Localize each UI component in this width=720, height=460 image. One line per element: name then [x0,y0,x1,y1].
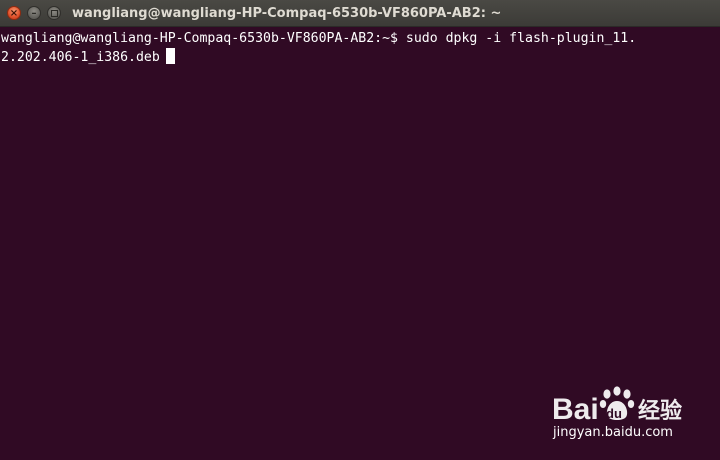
baidu-jingyan-logo-icon: Bai du 经验 [552,386,682,424]
svg-text:du: du [606,406,622,421]
title-bar[interactable]: × – wangliang@wangliang-HP-Compaq-6530b-… [0,0,720,27]
terminal-line-text: 2.202.406-1_i386.deb [1,50,160,65]
baidu-watermark: Bai du 经验 jingyan.baidu.com [550,380,718,450]
terminal-line-text: wangliang@wangliang-HP-Compaq-6530b-VF86… [1,31,637,46]
close-icon: × [9,8,19,19]
minimize-icon: – [31,8,37,19]
window-title: wangliang@wangliang-HP-Compaq-6530b-VF86… [72,6,502,21]
minimize-button[interactable]: – [27,6,41,20]
watermark-url: jingyan.baidu.com [553,425,673,440]
maximize-button[interactable] [47,6,61,20]
close-button[interactable]: × [7,6,21,20]
text-cursor [165,48,175,64]
terminal-line: 2.202.406-1_i386.deb [1,48,720,67]
svg-text:经验: 经验 [638,398,682,424]
maximize-icon [51,10,58,17]
terminal-window: × – wangliang@wangliang-HP-Compaq-6530b-… [0,0,720,460]
svg-text:Bai: Bai [552,393,599,424]
terminal-line: wangliang@wangliang-HP-Compaq-6530b-VF86… [1,29,720,48]
